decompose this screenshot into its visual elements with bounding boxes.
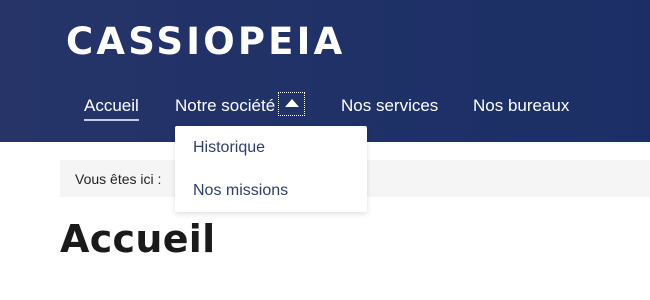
nav-item-nos-bureaux[interactable]: Nos bureaux [473,94,569,118]
nav-item-notre-societe[interactable]: Notre société [175,94,275,118]
submenu-dropdown: Historique Nos missions [175,126,367,212]
site-logo[interactable]: CASSIOPEIA [66,20,345,64]
page-title: Accueil [60,217,216,261]
caret-up-icon [285,99,299,107]
nav-item-accueil[interactable]: Accueil [84,94,139,121]
page: CASSIOPEIA Accueil Notre société Nos ser… [0,0,650,300]
submenu-item-nos-missions[interactable]: Nos missions [193,180,288,202]
breadcrumb-label: Vous êtes ici : [75,171,162,187]
nav-item-nos-services[interactable]: Nos services [341,94,438,118]
site-header: CASSIOPEIA Accueil Notre société Nos ser… [0,0,650,142]
submenu-toggle-button[interactable] [278,92,305,116]
submenu-item-historique[interactable]: Historique [193,137,265,159]
